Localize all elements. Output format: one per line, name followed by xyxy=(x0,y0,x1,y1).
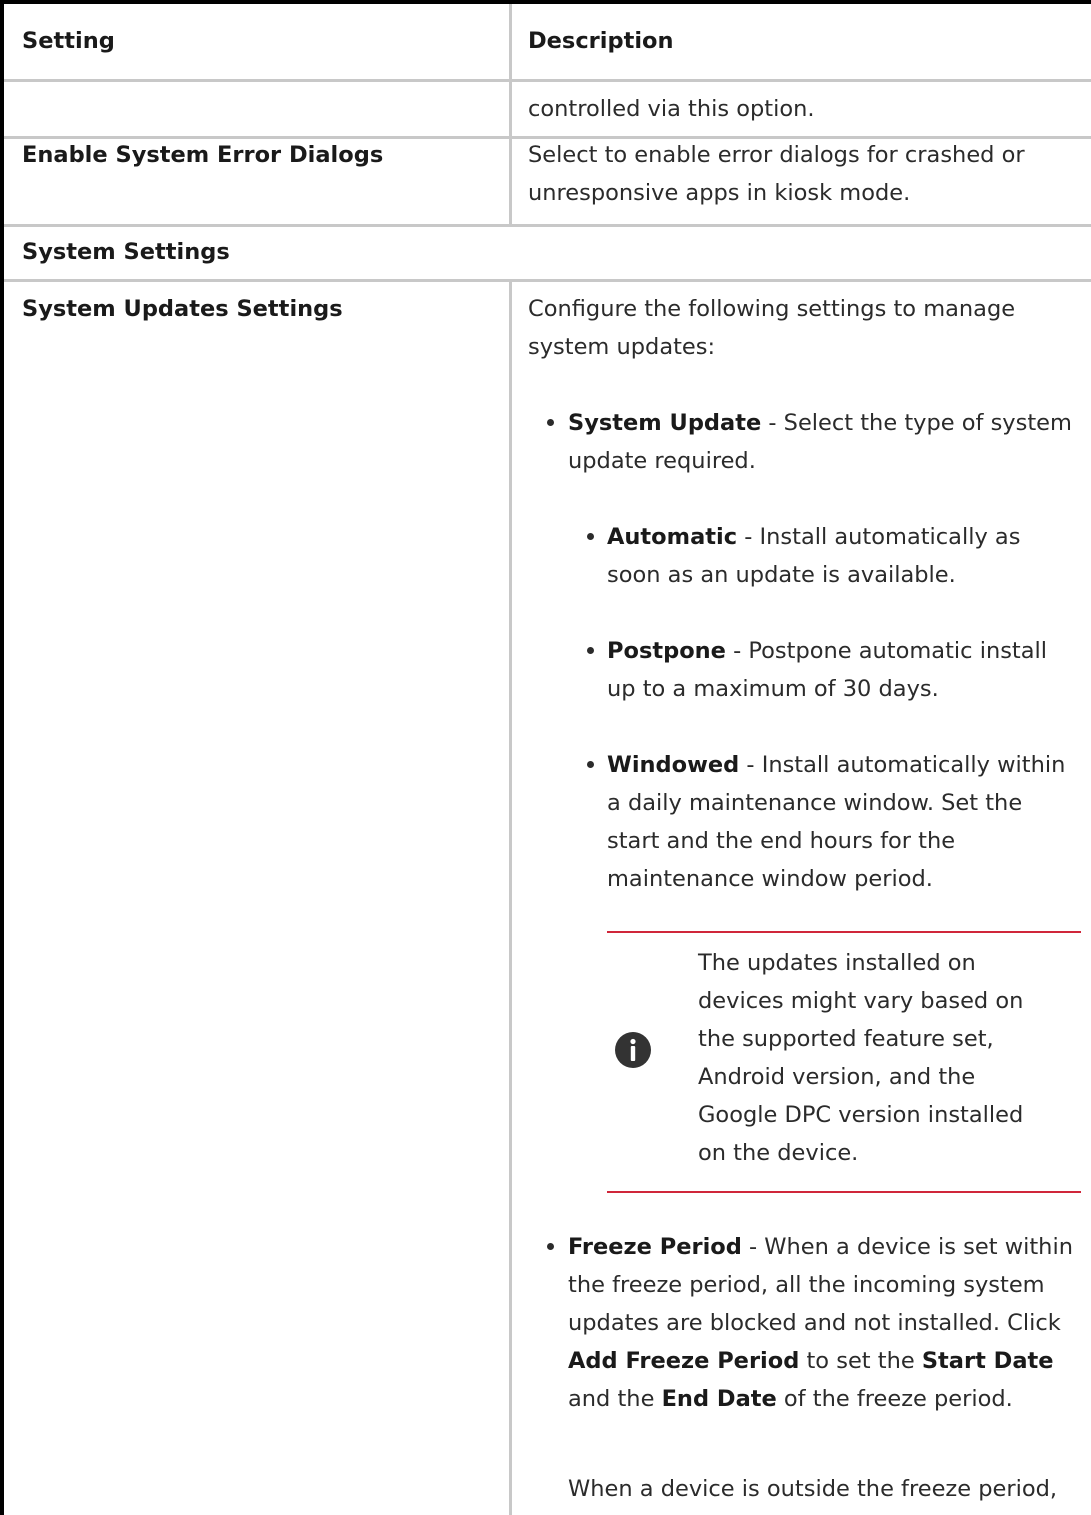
term-text: - Install automatically as xyxy=(737,524,1021,550)
list-item-text: Add Freeze Period to set the Start Date xyxy=(568,1342,1054,1380)
bullet-icon xyxy=(587,533,594,540)
column-separator xyxy=(509,4,512,224)
column-separator xyxy=(509,282,512,1515)
term-automatic: Automatic xyxy=(607,524,738,550)
settings-table: Setting Description controlled via this … xyxy=(0,0,1091,1515)
start-date-label: Start Date xyxy=(921,1348,1054,1374)
note-text: the supported feature set, xyxy=(698,1026,994,1052)
error-dialogs-description: Select to enable error dialogs for crash… xyxy=(528,142,1025,168)
frame-top-border xyxy=(0,0,1091,4)
term-windowed: Windowed xyxy=(607,752,740,778)
text-span: to set the xyxy=(799,1348,922,1374)
list-item-text: and the End Date of the freeze period. xyxy=(568,1380,1013,1418)
term-text: - Install automatically within xyxy=(739,752,1066,778)
header-setting: Setting xyxy=(22,28,115,54)
note-bottom-rule xyxy=(607,1191,1081,1193)
text-span: of the freeze period. xyxy=(776,1386,1013,1412)
term-text: - Select the type of system xyxy=(761,410,1072,436)
system-updates-intro: Configure the following settings to mana… xyxy=(528,296,1016,322)
term-freeze-period: Freeze Period xyxy=(568,1234,742,1260)
note-text: on the device. xyxy=(698,1140,859,1166)
list-item-freeze-period: Freeze Period - When a device is set wit… xyxy=(568,1228,1073,1266)
term-text: - When a device is set within xyxy=(741,1234,1073,1260)
frame-left-border xyxy=(0,0,4,1515)
term-text: - Postpone automatic install xyxy=(725,638,1048,664)
list-item-text: soon as an update is available. xyxy=(607,562,956,588)
list-item-automatic: Automatic - Install automatically as xyxy=(607,518,1020,556)
note-text: The updates installed on xyxy=(698,950,976,976)
list-item-text: updates are blocked and not installed. C… xyxy=(568,1310,1061,1336)
list-item-system-update: System Update - Select the type of syste… xyxy=(568,404,1072,442)
header-separator xyxy=(4,79,1091,82)
list-item-windowed: Windowed - Install automatically within xyxy=(607,746,1065,784)
header-description: Description xyxy=(528,28,674,54)
row-separator xyxy=(4,279,1091,282)
list-item-text: a daily maintenance window. Set the xyxy=(607,790,1023,816)
list-item-text: the freeze period, all the incoming syst… xyxy=(568,1272,1045,1298)
bullet-icon xyxy=(587,647,594,654)
note-text: Google DPC version installed xyxy=(698,1102,1024,1128)
add-freeze-period-label: Add Freeze Period xyxy=(568,1348,800,1374)
list-item-text: start and the end hours for the xyxy=(607,828,956,854)
bullet-icon xyxy=(587,761,594,768)
note-text: Android version, and the xyxy=(698,1064,976,1090)
setting-enable-error-dialogs: Enable System Error Dialogs xyxy=(22,142,384,168)
outside-freeze-text: When a device is outside the freeze peri… xyxy=(568,1476,1058,1502)
setting-system-updates: System Updates Settings xyxy=(22,296,343,322)
bullet-icon xyxy=(547,1243,554,1250)
list-item-text: up to a maximum of 30 days. xyxy=(607,676,939,702)
bullet-icon xyxy=(547,419,554,426)
info-icon xyxy=(615,1032,651,1068)
continued-description: controlled via this option. xyxy=(528,96,815,122)
list-item-text: update required. xyxy=(568,448,756,474)
row-separator xyxy=(4,224,1091,227)
end-date-label: End Date xyxy=(661,1386,777,1412)
term-system-update: System Update xyxy=(568,410,762,436)
section-system-settings: System Settings xyxy=(22,239,230,265)
text-span: and the xyxy=(568,1386,662,1412)
error-dialogs-description: unresponsive apps in kiosk mode. xyxy=(528,180,911,206)
list-item-text: maintenance window period. xyxy=(607,866,933,892)
list-item-postpone: Postpone - Postpone automatic install xyxy=(607,632,1047,670)
system-updates-intro: system updates: xyxy=(528,334,716,360)
note-text: devices might vary based on xyxy=(698,988,1024,1014)
note-top-rule xyxy=(607,931,1081,933)
term-postpone: Postpone xyxy=(607,638,726,664)
